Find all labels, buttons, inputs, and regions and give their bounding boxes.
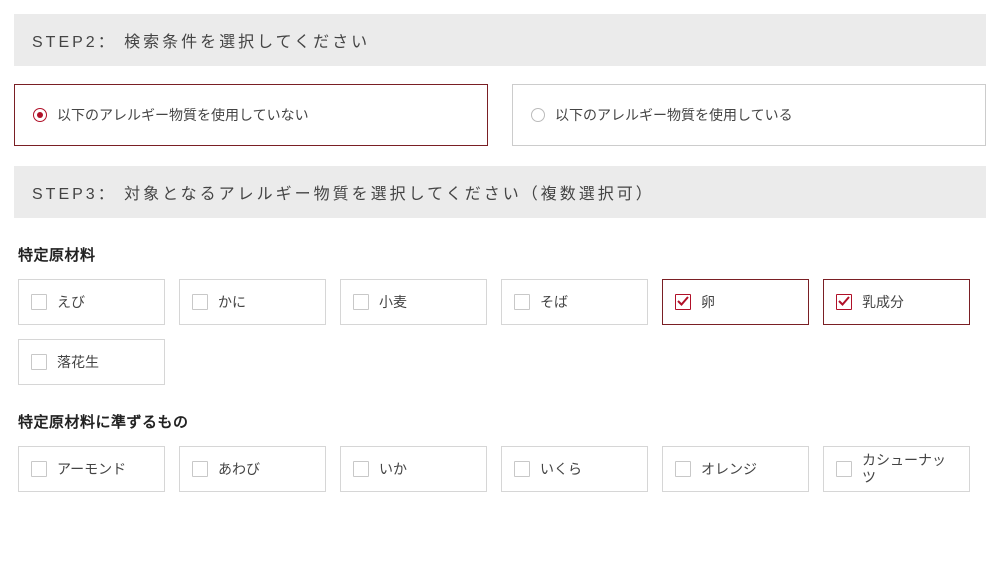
- checkbox-icon: [31, 294, 47, 310]
- radio-label: 以下のアレルギー物質を使用している: [555, 105, 793, 125]
- radio-not-using[interactable]: 以下のアレルギー物質を使用していない: [14, 84, 488, 146]
- radio-using[interactable]: 以下のアレルギー物質を使用している: [512, 84, 986, 146]
- check-item-group1-1[interactable]: かに: [179, 279, 326, 325]
- checkbox-icon: [353, 294, 369, 310]
- check-item-group2-0[interactable]: アーモンド: [18, 446, 165, 492]
- radio-label: 以下のアレルギー物質を使用していない: [57, 105, 309, 125]
- check-item-group2-1[interactable]: あわび: [179, 446, 326, 492]
- checkbox-label: 乳成分: [862, 294, 904, 311]
- checkbox-icon: [31, 354, 47, 370]
- checkbox-label: そば: [540, 294, 568, 311]
- check-item-group1-3[interactable]: そば: [501, 279, 648, 325]
- group2-grid: アーモンド あわび いか いくら オレンジ カシューナッツ: [0, 446, 1000, 492]
- check-item-group1-6[interactable]: 落花生: [18, 339, 165, 385]
- radio-icon: [531, 108, 545, 122]
- check-item-group1-5[interactable]: 乳成分: [823, 279, 970, 325]
- checkbox-icon: [675, 294, 691, 310]
- check-item-group2-4[interactable]: オレンジ: [662, 446, 809, 492]
- checkbox-label: あわび: [218, 461, 260, 478]
- checkbox-label: カシューナッツ: [862, 452, 957, 486]
- checkbox-icon: [353, 461, 369, 477]
- checkbox-icon: [514, 294, 530, 310]
- check-item-group2-5[interactable]: カシューナッツ: [823, 446, 970, 492]
- checkbox-label: オレンジ: [701, 461, 757, 478]
- check-item-group1-2[interactable]: 小麦: [340, 279, 487, 325]
- step2-radio-row: 以下のアレルギー物質を使用していない 以下のアレルギー物質を使用している: [0, 84, 1000, 146]
- checkbox-label: アーモンド: [57, 461, 126, 478]
- step2-header: STEP2： 検索条件を選択してください: [14, 14, 986, 66]
- checkbox-label: いくら: [540, 461, 582, 478]
- check-item-group1-0[interactable]: えび: [18, 279, 165, 325]
- checkbox-icon: [514, 461, 530, 477]
- checkbox-icon: [675, 461, 691, 477]
- radio-icon: [33, 108, 47, 122]
- group1-title: 特定原材料: [0, 244, 1000, 265]
- checkbox-label: いか: [379, 461, 407, 478]
- checkbox-label: えび: [57, 294, 85, 311]
- checkbox-label: 卵: [701, 294, 715, 311]
- group1-grid: えび かに 小麦 そば 卵 乳成分落花生: [0, 279, 1000, 385]
- checkbox-icon: [836, 294, 852, 310]
- checkbox-icon: [192, 294, 208, 310]
- checkbox-label: 落花生: [57, 354, 99, 371]
- checkbox-icon: [31, 461, 47, 477]
- check-item-group1-4[interactable]: 卵: [662, 279, 809, 325]
- checkbox-icon: [192, 461, 208, 477]
- check-item-group2-2[interactable]: いか: [340, 446, 487, 492]
- step3-header: STEP3： 対象となるアレルギー物質を選択してください（複数選択可）: [14, 166, 986, 218]
- check-item-group2-3[interactable]: いくら: [501, 446, 648, 492]
- checkbox-label: かに: [218, 294, 246, 311]
- group2-title: 特定原材料に準ずるもの: [0, 411, 1000, 432]
- checkbox-icon: [836, 461, 852, 477]
- checkbox-label: 小麦: [379, 294, 407, 311]
